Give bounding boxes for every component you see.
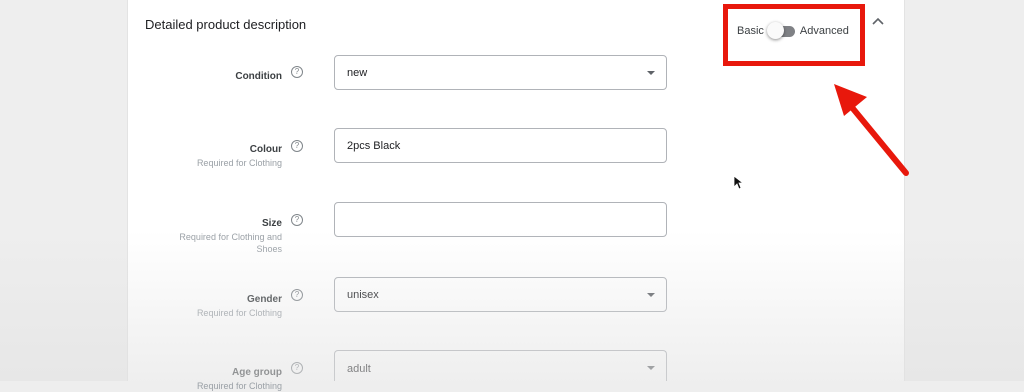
help-circle-icon[interactable]: ?: [291, 362, 303, 374]
colour-label: Colour: [249, 144, 282, 155]
help-glyph: ?: [294, 363, 300, 372]
gender-label-group: Gender Required for Clothing: [197, 289, 282, 319]
help-glyph: ?: [294, 215, 300, 224]
size-label: Size: [261, 218, 282, 229]
colour-label-group: Colour Required for Clothing: [197, 139, 282, 169]
help-circle-icon[interactable]: ?: [291, 289, 303, 301]
gender-select[interactable]: unisex: [334, 277, 667, 312]
gender-value: unisex: [347, 288, 379, 301]
size-hint-line1: Required for Clothing and: [179, 232, 282, 242]
gender-hint: Required for Clothing: [196, 308, 282, 318]
chevron-up-icon: [872, 17, 884, 25]
help-glyph: ?: [294, 67, 300, 76]
condition-label-group: Condition: [235, 66, 282, 84]
colour-hint: Required for Clothing: [196, 158, 282, 168]
age-group-value: adult: [347, 363, 371, 375]
help-glyph: ?: [294, 141, 300, 150]
help-circle-icon[interactable]: ?: [291, 214, 303, 226]
section-title: Detailed product description: [145, 17, 307, 32]
help-circle-icon[interactable]: ?: [291, 66, 303, 78]
caret-down-icon: [647, 293, 655, 297]
size-input[interactable]: [334, 202, 667, 237]
colour-value: 2pcs Black: [347, 139, 401, 152]
age-group-select[interactable]: adult: [334, 350, 667, 381]
help-circle-icon[interactable]: ?: [291, 140, 303, 152]
age-group-label-group: Age group Required for Clothing: [197, 362, 282, 392]
colour-input[interactable]: 2pcs Black: [334, 128, 667, 163]
condition-label: Condition: [235, 71, 282, 82]
annotation-arrow: [834, 84, 909, 176]
age-group-hint: Required for Clothing: [196, 381, 282, 391]
caret-down-icon: [647, 366, 655, 370]
condition-value: new: [347, 66, 368, 79]
help-glyph: ?: [294, 290, 300, 299]
annotation-highlight-box: [723, 4, 865, 66]
condition-select[interactable]: new: [334, 55, 667, 90]
gender-label: Gender: [246, 294, 282, 305]
caret-down-icon: [647, 71, 655, 75]
mouse-pointer-icon: [733, 175, 745, 190]
size-hint-line2: Shoes: [256, 244, 282, 254]
collapse-section-button[interactable]: [867, 10, 889, 32]
size-label-group: Size Required for Clothing and Shoes: [179, 213, 282, 255]
age-group-label: Age group: [232, 367, 282, 378]
